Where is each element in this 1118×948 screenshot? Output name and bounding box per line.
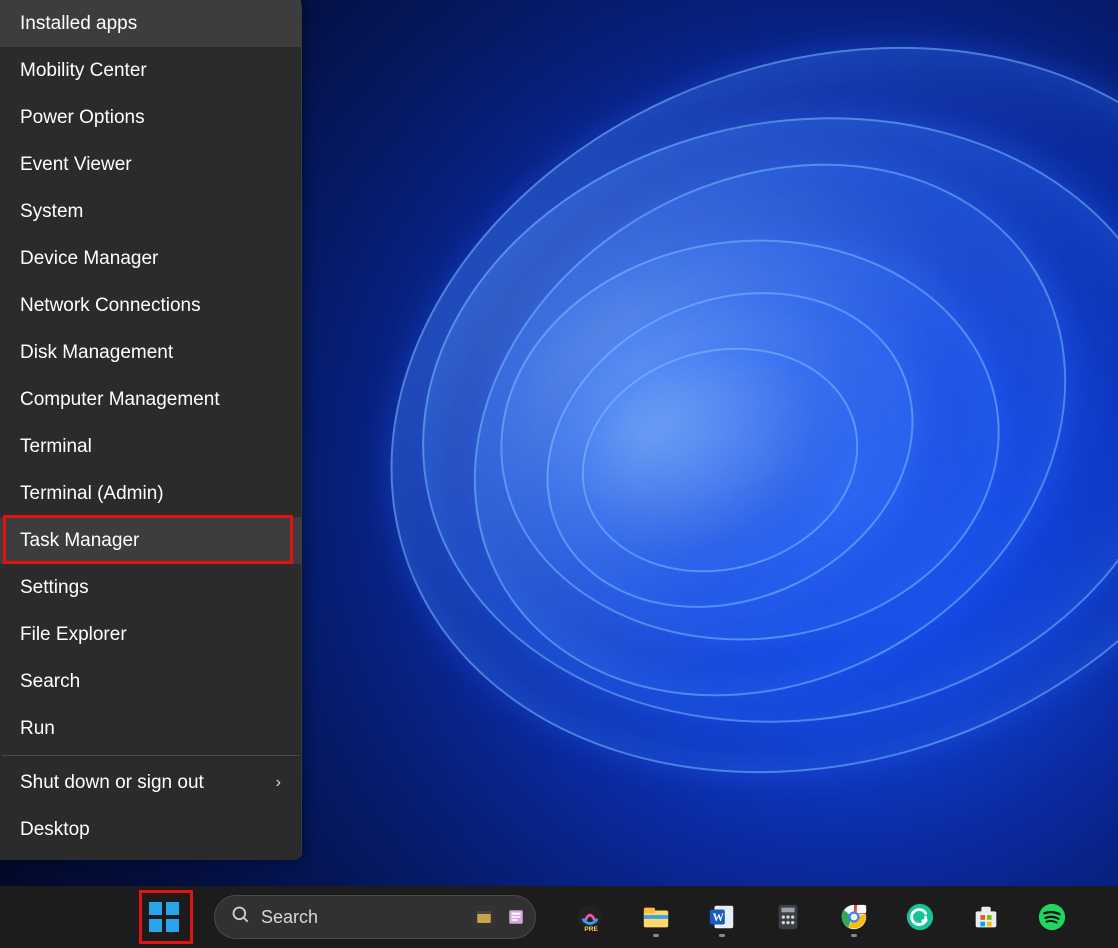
svg-text:W: W [713, 912, 725, 924]
menu-item-desktop[interactable]: Desktop [0, 806, 301, 853]
taskbar-app-copilot[interactable]: PRE [568, 895, 612, 939]
menu-item-search[interactable]: Search [0, 658, 301, 705]
calculator-icon [773, 902, 803, 932]
menu-item-label: File Explorer [20, 624, 127, 646]
menu-item-task-manager[interactable]: Task Manager [0, 517, 301, 564]
menu-item-network-connections[interactable]: Network Connections [0, 282, 301, 329]
taskbar-app-chrome[interactable] [832, 895, 876, 939]
menu-item-label: Task Manager [20, 530, 139, 552]
taskbar-app-file-explorer[interactable] [634, 895, 678, 939]
chevron-right-icon: › [276, 774, 281, 792]
start-button[interactable] [140, 895, 188, 939]
menu-item-label: Settings [20, 577, 89, 599]
menu-item-label: Computer Management [20, 389, 220, 411]
microsoft-store-icon [971, 902, 1001, 932]
menu-item-terminal[interactable]: Terminal [0, 423, 301, 470]
taskbar-app-microsoft-store[interactable] [964, 895, 1008, 939]
menu-item-mobility-center[interactable]: Mobility Center [0, 47, 301, 94]
news-icon[interactable] [505, 906, 527, 928]
taskbar: Search PRE W [0, 886, 1118, 948]
running-indicator [851, 934, 857, 937]
chrome-icon [839, 902, 869, 932]
menu-item-settings[interactable]: Settings [0, 564, 301, 611]
menu-item-power-options[interactable]: Power Options [0, 94, 301, 141]
menu-item-installed-apps[interactable]: Installed apps [0, 0, 301, 47]
menu-item-run[interactable]: Run [0, 705, 301, 752]
running-indicator [653, 934, 659, 937]
menu-item-label: Power Options [20, 107, 145, 129]
copilot-icon: PRE [575, 902, 605, 932]
menu-item-label: Terminal (Admin) [20, 483, 164, 505]
menu-item-label: Mobility Center [20, 60, 147, 82]
menu-item-shut-down-or-sign-out[interactable]: Shut down or sign out › [0, 759, 301, 806]
menu-item-event-viewer[interactable]: Event Viewer [0, 141, 301, 188]
menu-item-label: Device Manager [20, 248, 158, 270]
taskbar-search[interactable]: Search [214, 895, 536, 939]
taskbar-app-word[interactable]: W [700, 895, 744, 939]
windows-logo-icon [149, 902, 179, 932]
taskbar-app-spotify[interactable] [1030, 895, 1074, 939]
menu-item-label: Shut down or sign out [20, 772, 204, 794]
menu-item-device-manager[interactable]: Device Manager [0, 235, 301, 282]
menu-item-label: Disk Management [20, 342, 173, 364]
word-icon: W [707, 902, 737, 932]
menu-item-system[interactable]: System [0, 188, 301, 235]
menu-item-file-explorer[interactable]: File Explorer [0, 611, 301, 658]
search-icon [231, 905, 251, 930]
search-label: Search [261, 907, 463, 928]
menu-item-label: Search [20, 671, 80, 693]
menu-item-terminal-admin-[interactable]: Terminal (Admin) [0, 470, 301, 517]
clapper-icon[interactable] [473, 906, 495, 928]
file-explorer-icon [641, 902, 671, 932]
menu-item-label: Event Viewer [20, 154, 132, 176]
spotify-icon [1037, 902, 1067, 932]
menu-item-label: System [20, 201, 83, 223]
menu-item-disk-management[interactable]: Disk Management [0, 329, 301, 376]
menu-item-label: Network Connections [20, 295, 201, 317]
taskbar-app-grammarly[interactable] [898, 895, 942, 939]
menu-item-computer-management[interactable]: Computer Management [0, 376, 301, 423]
menu-item-label: Terminal [20, 436, 92, 458]
taskbar-app-calculator[interactable] [766, 895, 810, 939]
svg-text:PRE: PRE [584, 926, 598, 932]
menu-item-label: Run [20, 718, 55, 740]
menu-item-label: Installed apps [20, 13, 137, 35]
grammarly-icon [905, 902, 935, 932]
power-user-menu: Installed apps Mobility Center Power Optio… [0, 0, 302, 860]
menu-item-label: Desktop [20, 819, 90, 841]
running-indicator [719, 934, 725, 937]
